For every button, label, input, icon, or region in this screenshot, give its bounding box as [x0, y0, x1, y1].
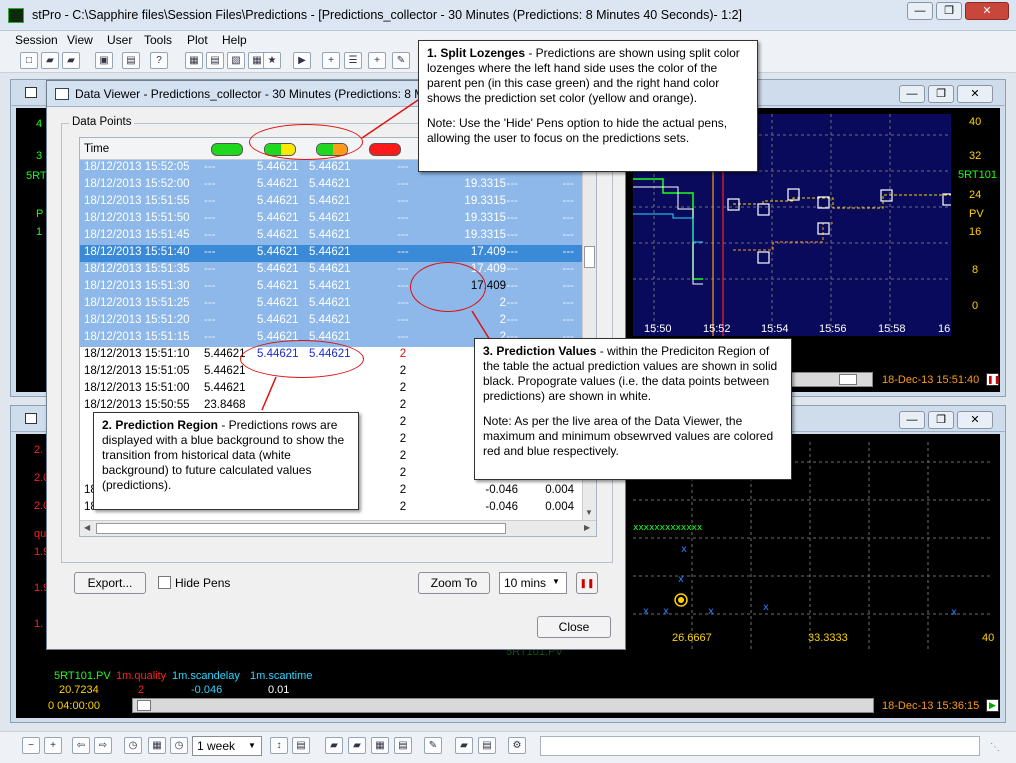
callout-1-note: Note: Use the 'Hide' Pens option to hide…	[427, 116, 728, 145]
cursor-tool-icon[interactable]: ↕	[270, 737, 288, 754]
calendar-icon[interactable]: ▦	[148, 737, 166, 754]
folder-icon[interactable]: ▰	[455, 737, 473, 754]
export-image-icon[interactable]: ▰	[325, 737, 343, 754]
zoom-out-icon[interactable]: −	[22, 737, 40, 754]
callout-prediction-region: 2. Prediction Region - Predictions rows …	[93, 412, 359, 510]
period-select[interactable]: 1 week ▼	[192, 736, 262, 756]
annotate-icon[interactable]: ✎	[424, 737, 442, 754]
callout-2-title: 2. Prediction Region	[102, 418, 219, 432]
zoom-in-icon[interactable]: +	[44, 737, 62, 754]
status-message-field	[540, 736, 980, 756]
clock-icon[interactable]: ◷	[124, 737, 142, 754]
copy-icon[interactable]: ▰	[348, 737, 366, 754]
callout-prediction-values: 3. Prediction Values - within the Predic…	[474, 338, 792, 480]
layout-icon[interactable]: ▦	[371, 737, 389, 754]
period-value: 1 week	[197, 739, 236, 753]
chart-tool-icon[interactable]: ▤	[292, 737, 310, 754]
chevron-down-icon: ▼	[248, 741, 256, 750]
callout-3-note: Note: As per the live area of the Data V…	[483, 414, 774, 458]
back-icon[interactable]: ⇦	[72, 737, 90, 754]
print-preview-icon[interactable]: ▤	[394, 737, 412, 754]
callout-1-title: 1. Split Lozenges	[427, 46, 526, 60]
callout-3-title: 3. Prediction Values	[483, 344, 597, 358]
resize-grip-icon[interactable]: ⋱	[990, 742, 1000, 753]
forward-icon[interactable]: ⇨	[94, 737, 112, 754]
bottom-toolbar: − + ⇦ ⇨ ◷ ▦ ◷ 1 week ▼ ↕ ▤ ▰ ▰ ▦ ▤ ✎ ▰ ▤…	[0, 731, 1016, 763]
callout-split-lozenges: 1. Split Lozenges - Predictions are show…	[418, 40, 758, 172]
clipboard-icon[interactable]: ▤	[478, 737, 496, 754]
settings-icon[interactable]: ⚙	[508, 737, 526, 754]
alarm-icon[interactable]: ◷	[170, 737, 188, 754]
